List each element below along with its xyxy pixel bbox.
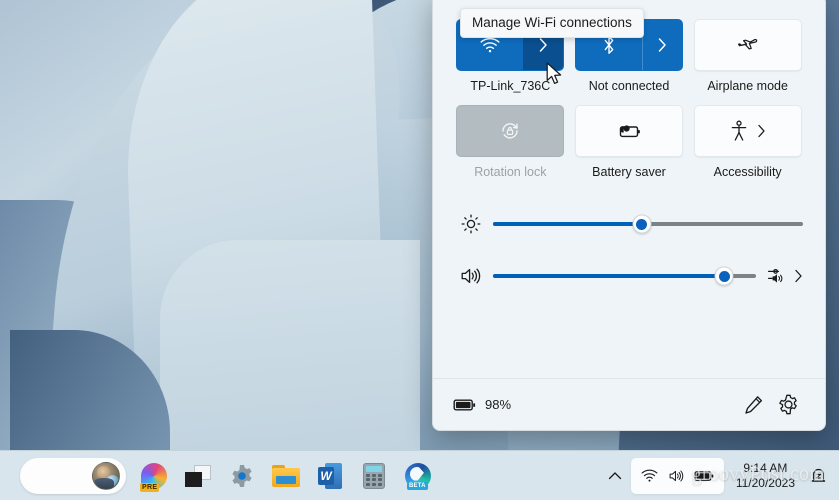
taskbar-item-settings[interactable] xyxy=(222,456,262,496)
volume-icon xyxy=(669,470,683,481)
wifi-tile-label: TP-Link_736C xyxy=(470,79,551,93)
brightness-slider-row xyxy=(433,201,825,247)
volume-slider-fill xyxy=(493,274,725,278)
taskbar-item-file-explorer[interactable] xyxy=(266,456,306,496)
taskbar-item-calculator[interactable] xyxy=(354,456,394,496)
chevron-right-icon xyxy=(758,124,765,138)
gear-icon xyxy=(778,394,797,415)
brightness-slider-fill xyxy=(493,222,642,226)
show-hidden-icons-button[interactable] xyxy=(601,459,629,493)
clock-button[interactable]: 9:14 AM 11/20/2023 xyxy=(726,461,803,491)
chevron-right-icon xyxy=(795,269,802,283)
battery-percent-label: 98% xyxy=(485,397,512,412)
copilot-icon: PRE xyxy=(140,462,167,492)
globe-icon xyxy=(106,474,119,488)
brightness-slider-thumb[interactable] xyxy=(632,214,652,234)
wifi-icon xyxy=(480,37,500,53)
volume-icon xyxy=(455,265,487,287)
task-view-icon xyxy=(185,464,211,487)
taskbar-item-edge[interactable]: BETA xyxy=(398,456,438,496)
notifications-button[interactable] xyxy=(805,459,831,493)
settings-gear-icon xyxy=(232,464,252,487)
airplane-icon xyxy=(737,38,757,50)
system-tray: 9:14 AM 11/20/2023 xyxy=(601,457,831,494)
battery-saver-icon xyxy=(619,125,640,138)
battery-saver-tile-label: Battery saver xyxy=(592,165,666,179)
chevron-up-icon xyxy=(608,471,621,479)
battery-saver-tile[interactable] xyxy=(574,105,683,157)
accessibility-tile-label: Accessibility xyxy=(713,165,782,179)
chevron-right-icon xyxy=(658,38,666,52)
battery-icon xyxy=(694,470,714,481)
word-icon: W xyxy=(318,462,342,489)
brightness-slider[interactable] xyxy=(493,212,803,236)
pencil-icon xyxy=(745,395,763,414)
chevron-right-icon xyxy=(539,38,547,52)
battery-status[interactable]: 98% xyxy=(453,397,511,413)
brightness-icon xyxy=(455,213,487,235)
open-settings-button[interactable] xyxy=(771,388,805,422)
notification-bell-icon xyxy=(811,468,825,482)
taskbar: PRE W BETA 9:14 AM 11/20/2023 xyxy=(0,450,839,500)
calculator-icon xyxy=(363,462,385,489)
rotation-lock-icon xyxy=(502,123,519,139)
word-glyph: W xyxy=(318,466,334,485)
edit-quick-settings-button[interactable] xyxy=(737,388,771,422)
battery-icon xyxy=(453,399,476,411)
wifi-tooltip: Manage Wi-Fi connections xyxy=(460,8,644,38)
volume-slider-thumb[interactable] xyxy=(714,266,734,286)
quick-settings-footer: 98% xyxy=(433,378,825,430)
taskbar-apps: PRE W BETA xyxy=(20,456,438,496)
tile-cell-rotation-lock: Rotation lock xyxy=(455,105,566,179)
rotation-lock-tile[interactable] xyxy=(456,105,565,157)
tile-cell-airplane-mode: Airplane mode xyxy=(692,19,803,93)
volume-slider[interactable] xyxy=(493,264,756,288)
tile-cell-battery-saver: Battery saver xyxy=(574,105,685,179)
tray-quick-settings-button[interactable] xyxy=(630,457,724,494)
edge-beta-badge: BETA xyxy=(407,481,428,490)
accessibility-expand-chevron[interactable] xyxy=(757,124,766,138)
wifi-icon xyxy=(641,469,658,482)
tray-time: 9:14 AM xyxy=(743,460,788,475)
rotation-lock-tile-label: Rotation lock xyxy=(474,165,547,179)
airplane-mode-tile-label: Airplane mode xyxy=(707,79,788,93)
quick-settings-panel: TP-Link_736C Not connected Airplane mode… xyxy=(432,0,826,431)
copilot-pre-badge: PRE xyxy=(140,482,160,492)
bluetooth-tile-label: Not connected xyxy=(588,79,670,93)
tray-date: 11/20/2023 xyxy=(735,475,795,490)
desktop-screen: TP-Link_736C Not connected Airplane mode… xyxy=(0,0,839,500)
volume-mixer-group[interactable] xyxy=(766,265,803,287)
wallpaper-ribbon xyxy=(160,240,420,450)
file-explorer-icon xyxy=(272,464,300,487)
taskbar-item-word[interactable]: W xyxy=(310,456,350,496)
volume-mixer-chevron[interactable] xyxy=(794,269,803,283)
bluetooth-expand-chevron[interactable] xyxy=(641,20,682,70)
accessibility-icon xyxy=(731,120,747,141)
mouse-cursor xyxy=(546,62,566,93)
user-avatar xyxy=(92,461,120,490)
start-button[interactable] xyxy=(20,457,126,494)
volume-mixer-icon xyxy=(767,268,783,283)
taskbar-item-copilot[interactable]: PRE xyxy=(134,456,174,496)
accessibility-tile[interactable] xyxy=(693,105,802,157)
edge-icon: BETA xyxy=(405,462,431,490)
airplane-mode-tile[interactable] xyxy=(693,19,802,71)
volume-slider-row xyxy=(433,253,825,299)
tile-cell-accessibility: Accessibility xyxy=(692,105,803,179)
taskbar-item-task-view[interactable] xyxy=(178,456,218,496)
